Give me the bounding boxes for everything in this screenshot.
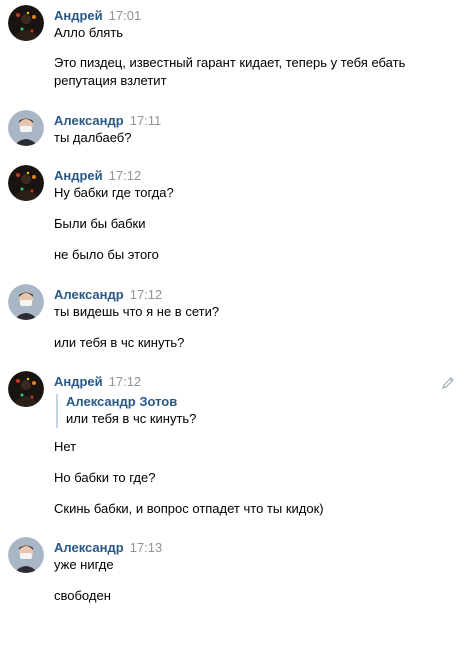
andrey-avatar-icon xyxy=(8,165,44,201)
alexandr-avatar-icon xyxy=(8,284,44,320)
andrey-avatar-icon xyxy=(8,5,44,41)
message-header: Андрей 17:01 xyxy=(54,8,141,24)
message-text: ты видешь что я не в сети? xyxy=(54,304,220,319)
message-text: Были бы бабки xyxy=(54,216,146,231)
message-time[interactable]: 17:01 xyxy=(109,8,142,23)
message-text: ты далбаеб? xyxy=(54,130,132,145)
message-header: Андрей 17:12 xyxy=(54,168,141,184)
message-text: свободен xyxy=(54,588,111,603)
message-header: Александр 17:11 xyxy=(54,113,161,129)
message-text: не было бы этого xyxy=(54,247,159,262)
avatar[interactable] xyxy=(8,371,44,407)
alexandr-avatar-icon xyxy=(8,537,44,573)
author-name[interactable]: Александр xyxy=(54,540,124,555)
quote-text: или тебя в чс кинуть? xyxy=(66,411,197,426)
message-text: Нет xyxy=(54,439,77,454)
andrey-avatar-icon xyxy=(8,371,44,407)
message-time[interactable]: 17:11 xyxy=(130,113,162,128)
message-text: Но бабки то где? xyxy=(54,470,156,485)
quote-author[interactable]: Александр Зотов xyxy=(66,394,196,410)
message-time[interactable]: 17:12 xyxy=(130,287,163,302)
message-text: или тебя в чс кинуть? xyxy=(54,335,185,350)
message-time[interactable]: 17:13 xyxy=(130,540,163,555)
message-header: Андрей 17:12 xyxy=(54,374,141,390)
avatar[interactable] xyxy=(8,110,44,146)
message-header: Александр 17:12 xyxy=(54,287,162,303)
message-text: репутация взлетит xyxy=(54,73,167,88)
author-name[interactable]: Александр xyxy=(54,287,124,302)
message-text: Скинь бабки, и вопрос отпадет что ты кид… xyxy=(54,501,324,516)
author-name[interactable]: Александр xyxy=(54,113,124,128)
pencil-icon[interactable] xyxy=(440,375,456,391)
avatar[interactable] xyxy=(8,284,44,320)
message-text: уже нигде xyxy=(54,557,114,572)
forwarded-quote: Александр Зотов или тебя в чс кинуть? xyxy=(56,394,196,428)
avatar[interactable] xyxy=(8,165,44,201)
avatar[interactable] xyxy=(8,5,44,41)
message-text: Ну бабки где тогда? xyxy=(54,185,174,200)
author-name[interactable]: Андрей xyxy=(54,8,103,23)
avatar[interactable] xyxy=(8,537,44,573)
message-text: Это пиздец, известный гарант кидает, теп… xyxy=(54,55,406,70)
message-text: Алло блять xyxy=(54,25,124,40)
alexandr-avatar-icon xyxy=(8,110,44,146)
author-name[interactable]: Андрей xyxy=(54,168,103,183)
message-time[interactable]: 17:12 xyxy=(109,374,142,389)
author-name[interactable]: Андрей xyxy=(54,374,103,389)
message-time[interactable]: 17:12 xyxy=(109,168,142,183)
message-header: Александр 17:13 xyxy=(54,540,162,556)
